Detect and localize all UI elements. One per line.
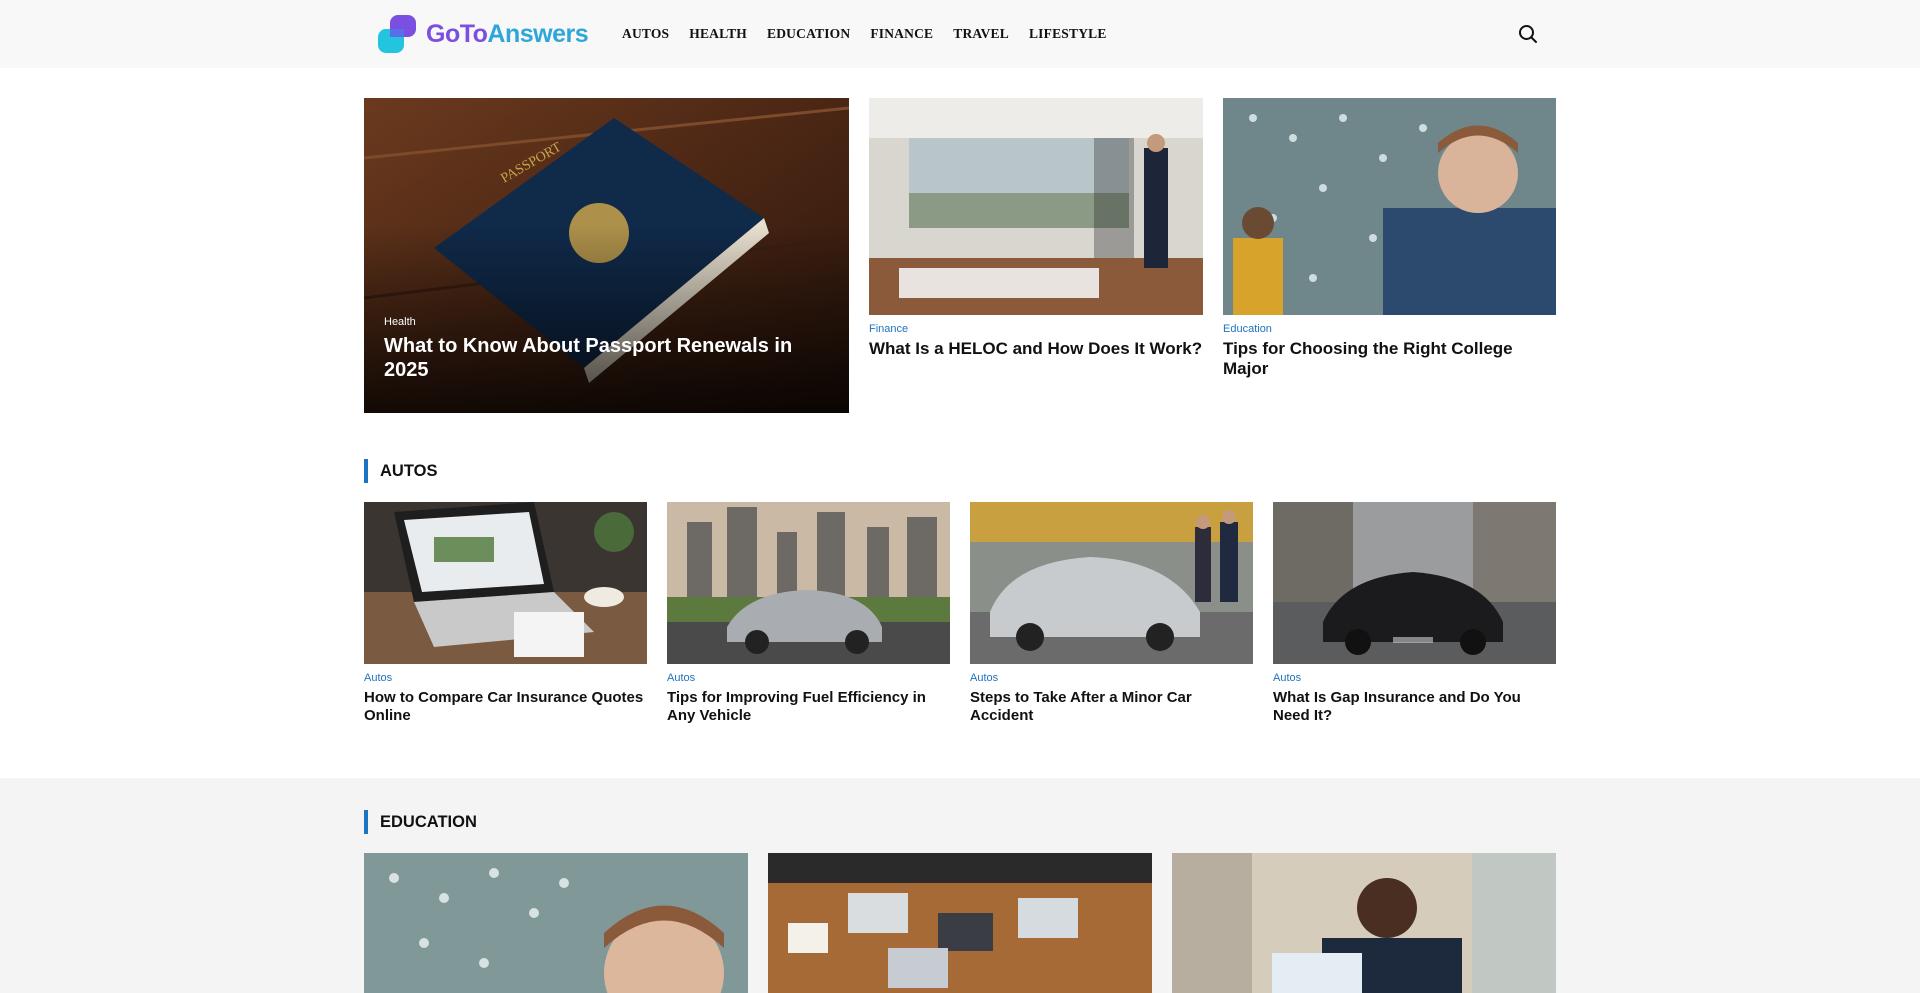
nav-item-autos[interactable]: AUTOS	[622, 26, 669, 42]
post-category[interactable]: Education	[1223, 323, 1272, 335]
post-title[interactable]: What Is Gap Insurance and Do You Need It…	[1273, 689, 1533, 725]
education-post-image[interactable]	[768, 853, 1152, 993]
nav-item-travel[interactable]: TRAVEL	[953, 26, 1009, 42]
site-header: GoToAnswers AUTOS HEALTH EDUCATION FINAN…	[0, 0, 1920, 68]
car-accident-image[interactable]	[970, 502, 1253, 664]
site-logo[interactable]: GoToAnswers	[378, 14, 589, 54]
hero-title[interactable]: What to Know About Passport Renewals in …	[384, 334, 824, 383]
section-heading-education: EDUCATION	[364, 810, 477, 834]
post-title[interactable]: Tips for Choosing the Right College Majo…	[1223, 339, 1523, 380]
logo-icon	[378, 15, 420, 53]
hero-category[interactable]: Health	[384, 316, 416, 328]
nav-item-lifestyle[interactable]: LIFESTYLE	[1029, 26, 1107, 42]
nav-item-health[interactable]: HEALTH	[689, 26, 747, 42]
education-post-image[interactable]	[364, 853, 748, 993]
post-title[interactable]: Tips for Improving Fuel Efficiency in An…	[667, 689, 950, 725]
education-post-image[interactable]	[1172, 853, 1556, 993]
nav-item-finance[interactable]: FINANCE	[870, 26, 933, 42]
featured-hero-card[interactable]: PASSPORT Health What to Know About Passp…	[364, 98, 849, 413]
fuel-efficiency-image[interactable]	[667, 502, 950, 664]
post-category[interactable]: Autos	[364, 672, 392, 684]
search-icon[interactable]	[1516, 22, 1540, 46]
main-nav: AUTOS HEALTH EDUCATION FINANCE TRAVEL LI…	[622, 0, 1127, 68]
nav-item-education[interactable]: EDUCATION	[767, 26, 850, 42]
post-category[interactable]: Finance	[869, 323, 908, 335]
post-title[interactable]: What Is a HELOC and How Does It Work?	[869, 339, 1203, 359]
college-major-image[interactable]	[1223, 98, 1556, 315]
post-title[interactable]: How to Compare Car Insurance Quotes Onli…	[364, 689, 647, 725]
post-category[interactable]: Autos	[1273, 672, 1301, 684]
post-title[interactable]: Steps to Take After a Minor Car Accident	[970, 689, 1230, 725]
gap-insurance-image[interactable]	[1273, 502, 1556, 664]
laptop-insurance-image[interactable]	[364, 502, 647, 664]
post-category[interactable]: Autos	[970, 672, 998, 684]
section-heading-autos: AUTOS	[364, 459, 437, 483]
logo-wordmark: GoToAnswers	[426, 19, 589, 48]
post-category[interactable]: Autos	[667, 672, 695, 684]
heloc-image[interactable]	[869, 98, 1203, 315]
